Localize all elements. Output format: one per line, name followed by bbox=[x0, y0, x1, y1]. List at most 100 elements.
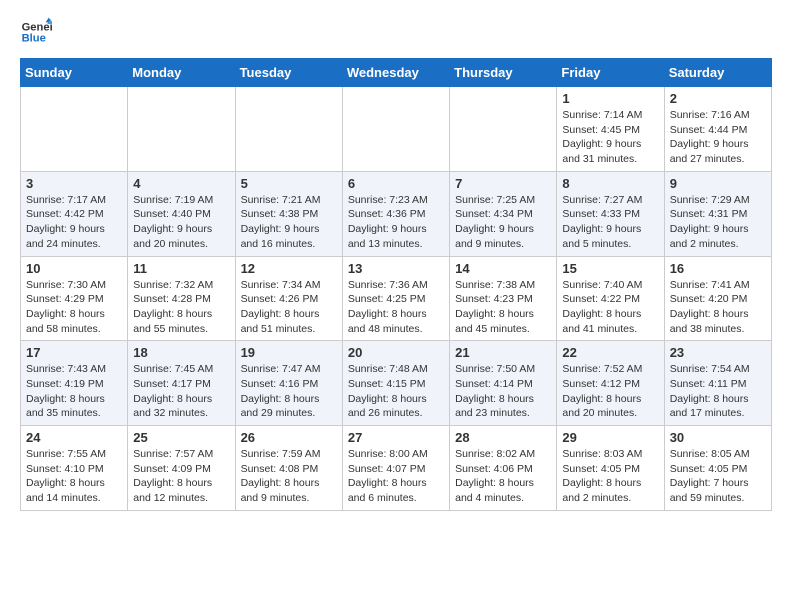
week-row-5: 24 Sunrise: 7:55 AM Sunset: 4:10 PM Dayli… bbox=[21, 426, 772, 511]
cell-details: Sunrise: 7:30 AM Sunset: 4:29 PM Dayligh… bbox=[26, 278, 122, 337]
week-row-3: 10 Sunrise: 7:30 AM Sunset: 4:29 PM Dayli… bbox=[21, 256, 772, 341]
day-number: 15 bbox=[562, 261, 658, 276]
weekday-header-monday: Monday bbox=[128, 59, 235, 87]
day-number: 12 bbox=[241, 261, 337, 276]
day-number: 14 bbox=[455, 261, 551, 276]
day-number: 8 bbox=[562, 176, 658, 191]
calendar-cell: 29 Sunrise: 8:03 AM Sunset: 4:05 PM Dayli… bbox=[557, 426, 664, 511]
cell-details: Sunrise: 7:52 AM Sunset: 4:12 PM Dayligh… bbox=[562, 362, 658, 421]
day-number: 5 bbox=[241, 176, 337, 191]
cell-details: Sunrise: 7:55 AM Sunset: 4:10 PM Dayligh… bbox=[26, 447, 122, 506]
weekday-header-thursday: Thursday bbox=[450, 59, 557, 87]
day-number: 13 bbox=[348, 261, 444, 276]
cell-details: Sunrise: 7:41 AM Sunset: 4:20 PM Dayligh… bbox=[670, 278, 766, 337]
cell-details: Sunrise: 7:23 AM Sunset: 4:36 PM Dayligh… bbox=[348, 193, 444, 252]
day-number: 10 bbox=[26, 261, 122, 276]
cell-details: Sunrise: 7:50 AM Sunset: 4:14 PM Dayligh… bbox=[455, 362, 551, 421]
calendar-cell: 1Sunrise: 7:14 AM Sunset: 4:45 PM Daylig… bbox=[557, 87, 664, 172]
day-number: 27 bbox=[348, 430, 444, 445]
cell-details: Sunrise: 8:05 AM Sunset: 4:05 PM Dayligh… bbox=[670, 447, 766, 506]
day-number: 3 bbox=[26, 176, 122, 191]
calendar-cell: 16 Sunrise: 7:41 AM Sunset: 4:20 PM Dayli… bbox=[664, 256, 771, 341]
cell-details: Sunrise: 8:02 AM Sunset: 4:06 PM Dayligh… bbox=[455, 447, 551, 506]
day-number: 20 bbox=[348, 345, 444, 360]
logo: General Blue bbox=[20, 16, 56, 48]
day-number: 25 bbox=[133, 430, 229, 445]
cell-details: Sunrise: 7:38 AM Sunset: 4:23 PM Dayligh… bbox=[455, 278, 551, 337]
day-number: 17 bbox=[26, 345, 122, 360]
cell-details: Sunrise: 7:45 AM Sunset: 4:17 PM Dayligh… bbox=[133, 362, 229, 421]
cell-details: Sunrise: 7:29 AM Sunset: 4:31 PM Dayligh… bbox=[670, 193, 766, 252]
calendar-cell: 12Sunrise: 7:34 AM Sunset: 4:26 PM Dayli… bbox=[235, 256, 342, 341]
weekday-header-sunday: Sunday bbox=[21, 59, 128, 87]
logo-icon: General Blue bbox=[20, 16, 52, 48]
calendar-table: SundayMondayTuesdayWednesdayThursdayFrid… bbox=[20, 58, 772, 511]
weekday-header-wednesday: Wednesday bbox=[342, 59, 449, 87]
calendar-cell: 20 Sunrise: 7:48 AM Sunset: 4:15 PM Dayli… bbox=[342, 341, 449, 426]
calendar-cell bbox=[342, 87, 449, 172]
calendar-cell: 4Sunrise: 7:19 AM Sunset: 4:40 PM Daylig… bbox=[128, 171, 235, 256]
week-row-1: 1Sunrise: 7:14 AM Sunset: 4:45 PM Daylig… bbox=[21, 87, 772, 172]
calendar-cell bbox=[235, 87, 342, 172]
calendar-cell: 2 Sunrise: 7:16 AM Sunset: 4:44 PM Daylig… bbox=[664, 87, 771, 172]
cell-details: Sunrise: 7:59 AM Sunset: 4:08 PM Dayligh… bbox=[241, 447, 337, 506]
day-number: 23 bbox=[670, 345, 766, 360]
calendar-cell: 21 Sunrise: 7:50 AM Sunset: 4:14 PM Dayli… bbox=[450, 341, 557, 426]
cell-details: Sunrise: 7:54 AM Sunset: 4:11 PM Dayligh… bbox=[670, 362, 766, 421]
weekday-header-tuesday: Tuesday bbox=[235, 59, 342, 87]
calendar-cell: 24 Sunrise: 7:55 AM Sunset: 4:10 PM Dayli… bbox=[21, 426, 128, 511]
day-number: 11 bbox=[133, 261, 229, 276]
calendar-cell: 17Sunrise: 7:43 AM Sunset: 4:19 PM Dayli… bbox=[21, 341, 128, 426]
calendar-cell: 28Sunrise: 8:02 AM Sunset: 4:06 PM Dayli… bbox=[450, 426, 557, 511]
calendar-cell: 27 Sunrise: 8:00 AM Sunset: 4:07 PM Dayli… bbox=[342, 426, 449, 511]
header: General Blue bbox=[20, 16, 772, 48]
week-row-2: 3 Sunrise: 7:17 AM Sunset: 4:42 PM Daylig… bbox=[21, 171, 772, 256]
day-number: 24 bbox=[26, 430, 122, 445]
calendar-cell: 25 Sunrise: 7:57 AM Sunset: 4:09 PM Dayli… bbox=[128, 426, 235, 511]
cell-details: Sunrise: 7:48 AM Sunset: 4:15 PM Dayligh… bbox=[348, 362, 444, 421]
day-number: 21 bbox=[455, 345, 551, 360]
calendar-cell: 3 Sunrise: 7:17 AM Sunset: 4:42 PM Daylig… bbox=[21, 171, 128, 256]
day-number: 26 bbox=[241, 430, 337, 445]
cell-details: Sunrise: 8:00 AM Sunset: 4:07 PM Dayligh… bbox=[348, 447, 444, 506]
calendar-cell: 19Sunrise: 7:47 AM Sunset: 4:16 PM Dayli… bbox=[235, 341, 342, 426]
calendar-cell bbox=[21, 87, 128, 172]
cell-details: Sunrise: 7:21 AM Sunset: 4:38 PM Dayligh… bbox=[241, 193, 337, 252]
day-number: 7 bbox=[455, 176, 551, 191]
cell-details: Sunrise: 7:16 AM Sunset: 4:44 PM Dayligh… bbox=[670, 108, 766, 167]
day-number: 2 bbox=[670, 91, 766, 106]
svg-text:General: General bbox=[22, 21, 52, 33]
calendar-cell: 13 Sunrise: 7:36 AM Sunset: 4:25 PM Dayli… bbox=[342, 256, 449, 341]
week-row-4: 17Sunrise: 7:43 AM Sunset: 4:19 PM Dayli… bbox=[21, 341, 772, 426]
day-number: 30 bbox=[670, 430, 766, 445]
day-number: 1 bbox=[562, 91, 658, 106]
day-number: 22 bbox=[562, 345, 658, 360]
day-number: 16 bbox=[670, 261, 766, 276]
calendar-cell: 26 Sunrise: 7:59 AM Sunset: 4:08 PM Dayli… bbox=[235, 426, 342, 511]
cell-details: Sunrise: 7:27 AM Sunset: 4:33 PM Dayligh… bbox=[562, 193, 658, 252]
calendar-cell: 6 Sunrise: 7:23 AM Sunset: 4:36 PM Daylig… bbox=[342, 171, 449, 256]
calendar-cell: 5 Sunrise: 7:21 AM Sunset: 4:38 PM Daylig… bbox=[235, 171, 342, 256]
calendar-cell: 23 Sunrise: 7:54 AM Sunset: 4:11 PM Dayli… bbox=[664, 341, 771, 426]
day-number: 6 bbox=[348, 176, 444, 191]
day-number: 9 bbox=[670, 176, 766, 191]
cell-details: Sunrise: 7:57 AM Sunset: 4:09 PM Dayligh… bbox=[133, 447, 229, 506]
cell-details: Sunrise: 8:03 AM Sunset: 4:05 PM Dayligh… bbox=[562, 447, 658, 506]
calendar-cell: 18 Sunrise: 7:45 AM Sunset: 4:17 PM Dayli… bbox=[128, 341, 235, 426]
day-number: 18 bbox=[133, 345, 229, 360]
svg-text:Blue: Blue bbox=[22, 33, 46, 45]
weekday-header-saturday: Saturday bbox=[664, 59, 771, 87]
calendar-cell: 30 Sunrise: 8:05 AM Sunset: 4:05 PM Dayli… bbox=[664, 426, 771, 511]
cell-details: Sunrise: 7:17 AM Sunset: 4:42 PM Dayligh… bbox=[26, 193, 122, 252]
calendar-cell: 10 Sunrise: 7:30 AM Sunset: 4:29 PM Dayli… bbox=[21, 256, 128, 341]
day-number: 29 bbox=[562, 430, 658, 445]
weekday-header-friday: Friday bbox=[557, 59, 664, 87]
day-number: 4 bbox=[133, 176, 229, 191]
cell-details: Sunrise: 7:36 AM Sunset: 4:25 PM Dayligh… bbox=[348, 278, 444, 337]
calendar-cell bbox=[128, 87, 235, 172]
calendar-cell bbox=[450, 87, 557, 172]
calendar-cell: 15Sunrise: 7:40 AM Sunset: 4:22 PM Dayli… bbox=[557, 256, 664, 341]
calendar-cell: 7Sunrise: 7:25 AM Sunset: 4:34 PM Daylig… bbox=[450, 171, 557, 256]
calendar-cell: 11Sunrise: 7:32 AM Sunset: 4:28 PM Dayli… bbox=[128, 256, 235, 341]
calendar-cell: 14 Sunrise: 7:38 AM Sunset: 4:23 PM Dayli… bbox=[450, 256, 557, 341]
